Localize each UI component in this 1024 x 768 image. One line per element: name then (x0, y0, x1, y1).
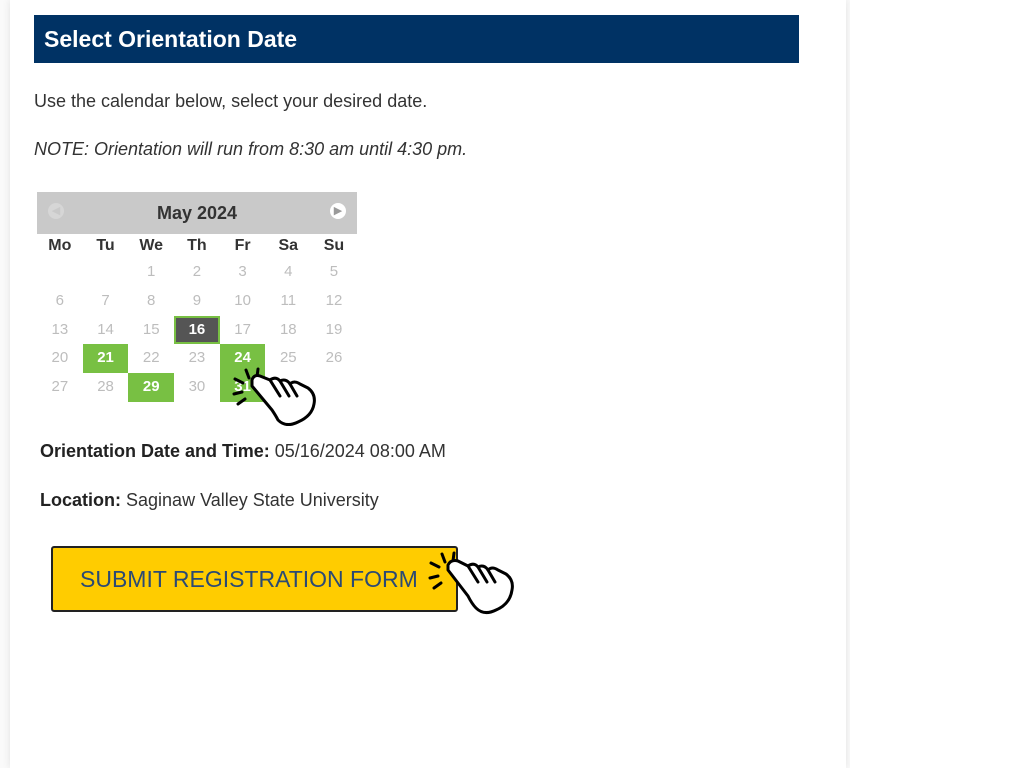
calendar-day-unavailable: 8 (147, 291, 156, 309)
calendar-header: ◀ May 2024 ▶ (37, 192, 357, 234)
pointer-hand-icon (428, 551, 514, 615)
calendar-day-unavailable: 23 (188, 349, 206, 367)
location-label: Location: (40, 490, 121, 510)
calendar-day-available[interactable]: 29 (128, 373, 175, 402)
calendar-day-unavailable: 7 (101, 291, 110, 309)
section-title: Select Orientation Date (34, 15, 799, 63)
calendar-day-unavailable: 15 (142, 320, 160, 338)
pointer-hand-icon (232, 367, 316, 426)
calendar-day-available[interactable]: 21 (82, 344, 129, 374)
calendar-day-unavailable: 2 (192, 263, 202, 280)
calendar-day-unavailable: 14 (97, 320, 114, 338)
orientation-location: Location: Saginaw Valley State Universit… (40, 490, 379, 511)
weekday-label: Sa (278, 237, 299, 254)
chevron-right-circle-icon[interactable]: ▶ (330, 203, 346, 219)
calendar-day-unavailable: 4 (284, 263, 293, 280)
calendar-day-unavailable: 3 (238, 263, 247, 280)
calendar-day-unavailable: 9 (192, 291, 202, 309)
calendar-day-unavailable: 6 (55, 291, 65, 309)
calendar-day-unavailable: 18 (279, 320, 297, 338)
calendar-day-selected[interactable]: 16 (174, 315, 220, 345)
calendar-empty-cell (37, 258, 83, 287)
weekday-label: We (139, 237, 164, 254)
calendar-day-unavailable: 30 (188, 378, 206, 396)
intro-text: Use the calendar below, select your desi… (34, 91, 428, 111)
right-margin (850, 0, 1024, 768)
calendar-day-unavailable: 10 (234, 291, 251, 309)
calendar-day-unavailable: 11 (280, 291, 297, 309)
calendar-day-unavailable: 20 (51, 349, 69, 367)
note-text: NOTE: Orientation will run from 8:30 am … (34, 139, 468, 159)
calendar-day-unavailable: 19 (325, 320, 343, 338)
weekday-label: Mo (48, 237, 72, 254)
weekday-label: Th (187, 237, 207, 254)
calendar-day-unavailable: 12 (325, 291, 343, 309)
weekday-label: Su (323, 237, 345, 254)
calendar-day-unavailable: 5 (329, 263, 339, 280)
datetime-value: 05/16/2024 08:00 AM (274, 441, 446, 461)
calendar-week-row: 13 14 15 16 17 18 19 (37, 315, 357, 345)
calendar-month-label: May 2024 (156, 203, 238, 223)
weekday-label: Fr (234, 237, 251, 254)
calendar-day-unavailable: 1 (147, 263, 156, 280)
datetime-label: Orientation Date and Time: (40, 441, 270, 461)
calendar-empty-cell (83, 258, 129, 287)
calendar-week-row: 1 2 3 4 5 (37, 258, 357, 287)
calendar-day-unavailable: 22 (142, 349, 160, 367)
location-value: Saginaw Valley State University (126, 490, 379, 510)
weekday-label: Tu (96, 237, 115, 254)
calendar-day-unavailable: 27 (51, 378, 69, 396)
orientation-datetime: Orientation Date and Time: 05/16/2024 08… (40, 441, 446, 462)
calendar-day-unavailable: 17 (234, 320, 251, 338)
calendar-week-row: 6 7 8 9 10 11 12 (37, 287, 357, 316)
calendar-day-unavailable: 13 (51, 320, 69, 338)
weekday-header-row: Mo Tu We Th Fr Sa Su (37, 234, 357, 258)
submit-registration-button[interactable]: SUBMIT REGISTRATION FORM (51, 546, 458, 612)
calendar-day-unavailable: 28 (97, 378, 114, 396)
